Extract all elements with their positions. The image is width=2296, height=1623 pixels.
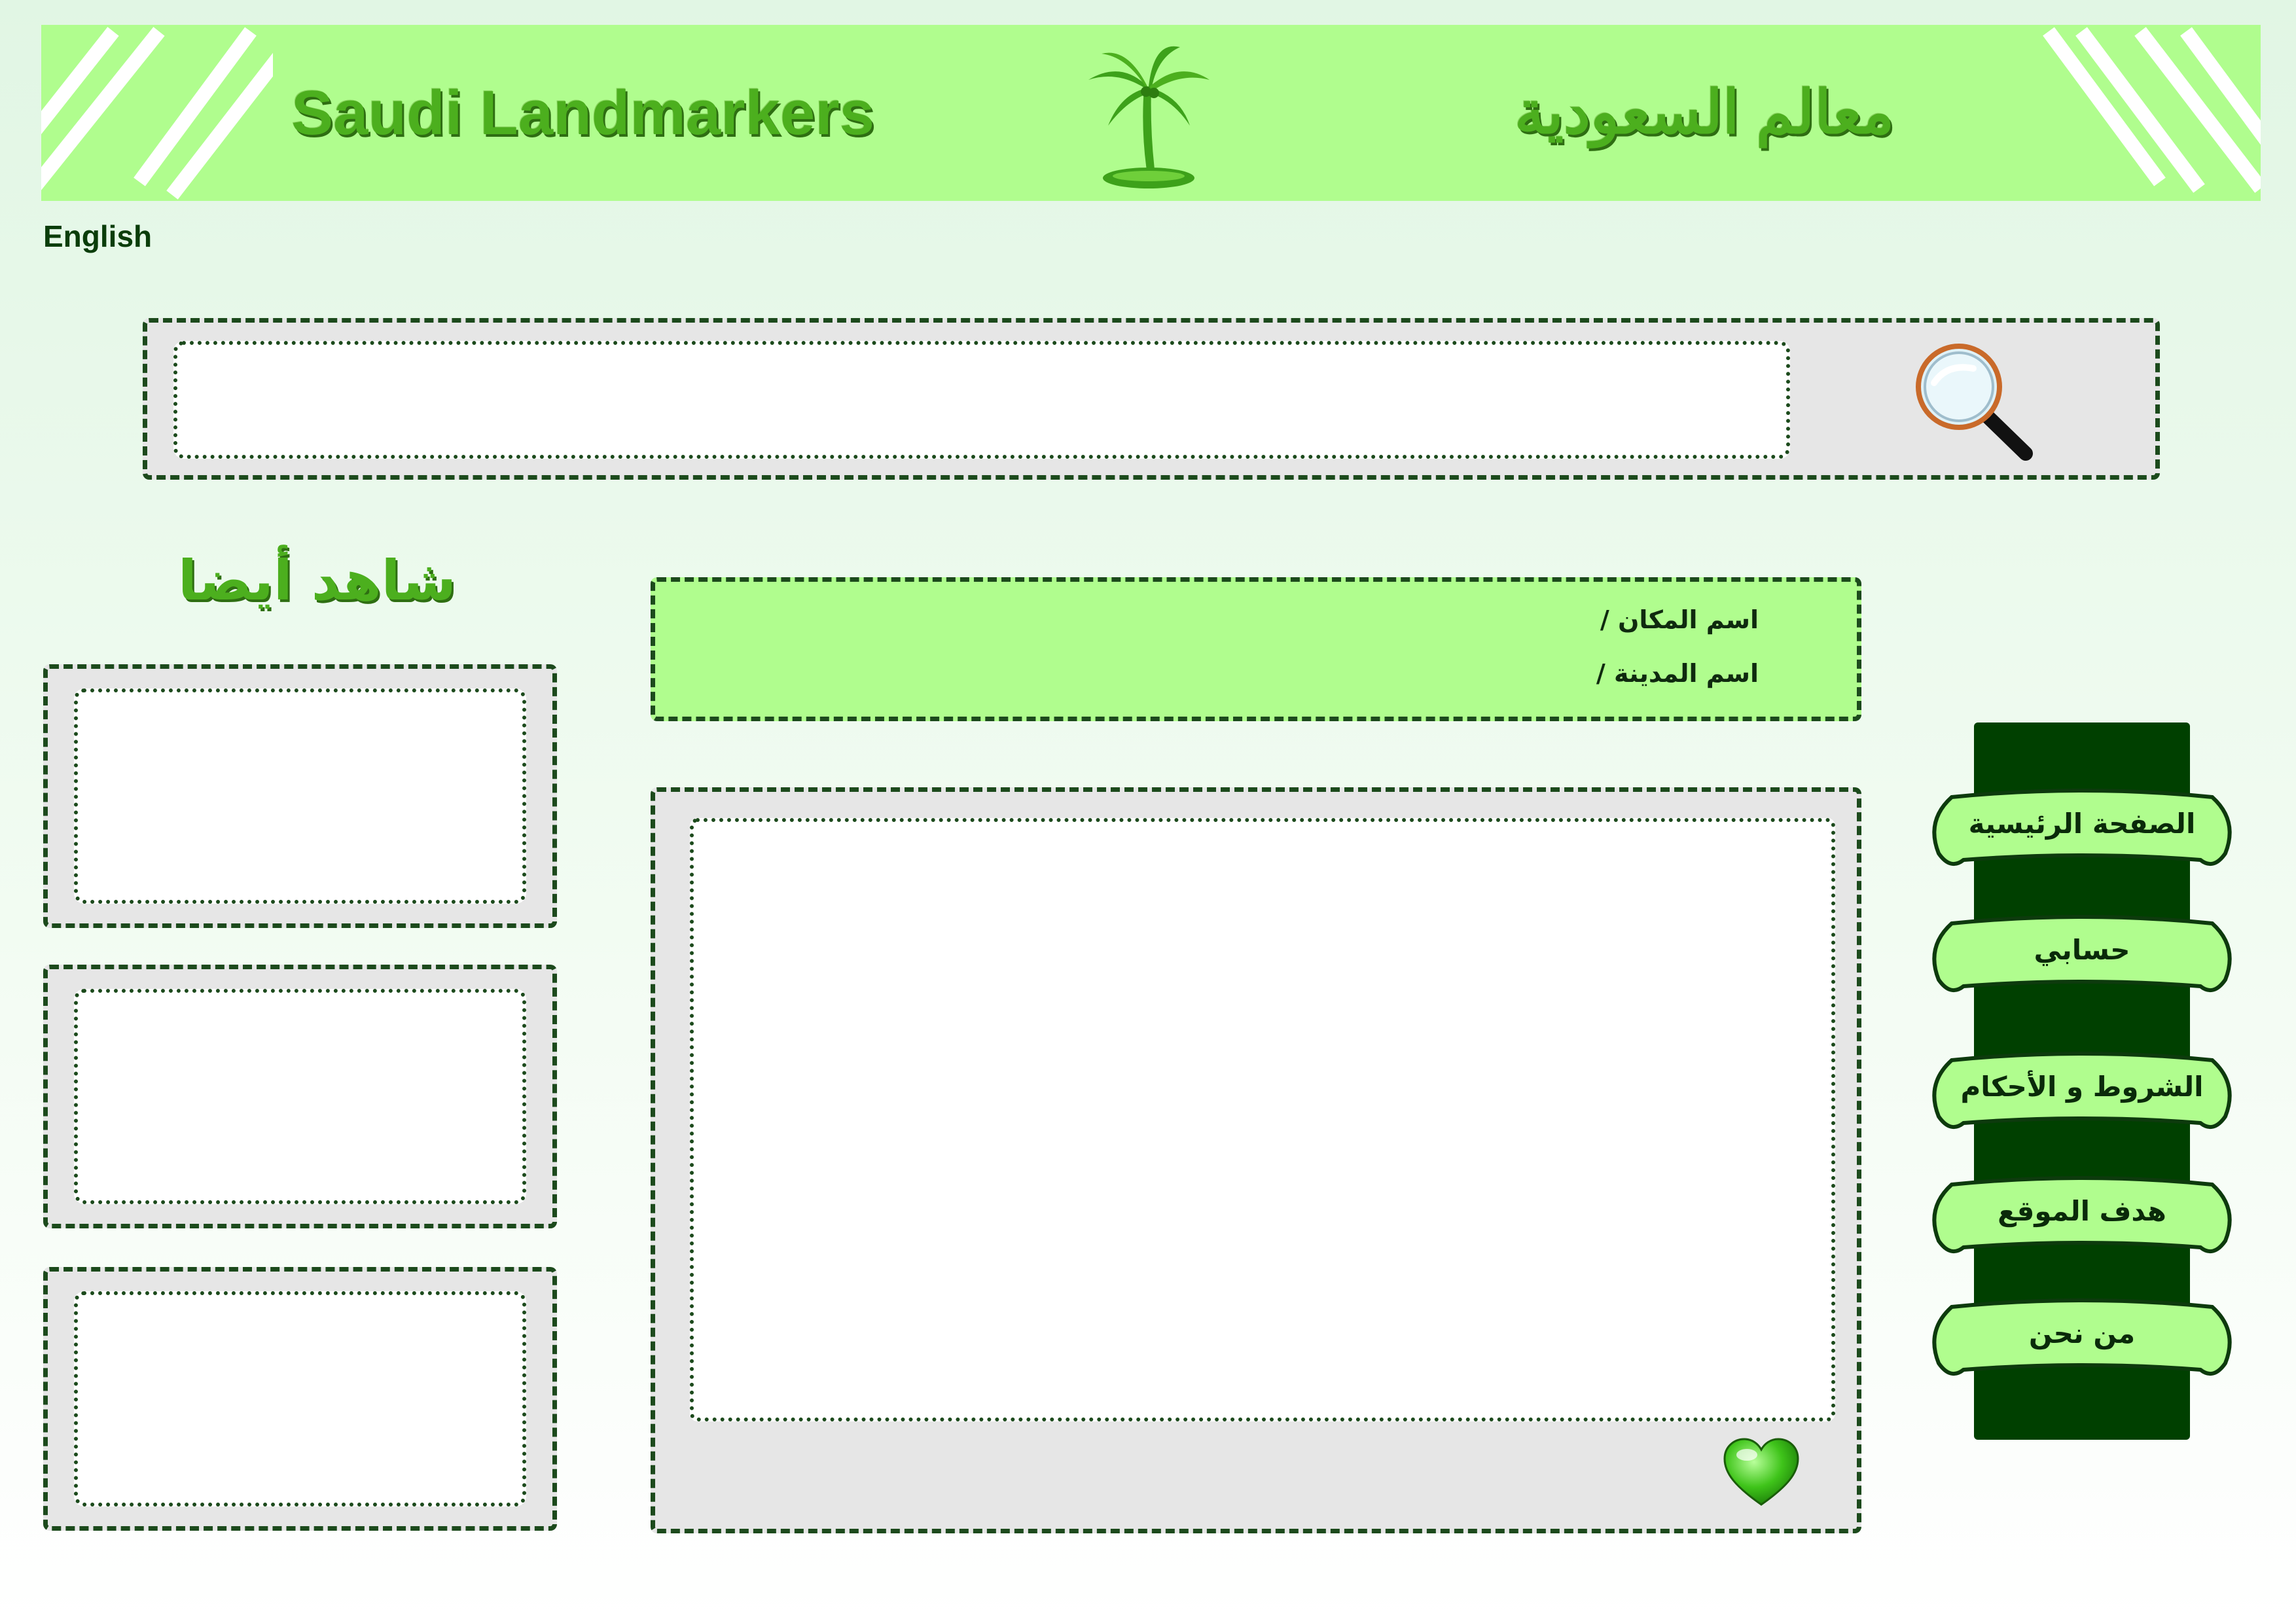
magnifier-icon[interactable] (1908, 337, 2039, 468)
nav-item-label: من نحن (2028, 1317, 2136, 1349)
nav-item-home[interactable]: الصفحة الرئيسية (1926, 788, 2238, 874)
site-title-arabic: معالم السعودية (1515, 79, 1894, 146)
main-content-panel (651, 787, 1861, 1533)
nav-item-terms[interactable]: الشروط و الأحكام (1926, 1051, 2238, 1137)
see-also-card-content[interactable] (74, 989, 526, 1204)
nav-item-label: الشروط و الأحكام (1960, 1071, 2204, 1103)
main-content-area (690, 818, 1835, 1421)
see-also-card-2 (43, 965, 557, 1228)
city-name-label: اسم المدينة / (1596, 659, 1759, 688)
nav-item-label: الصفحة الرئيسية (1968, 808, 2196, 840)
palm-tree-icon (1088, 46, 1210, 188)
header-stripes-right (2043, 27, 2261, 193)
see-also-card-3 (43, 1267, 557, 1531)
nav-item-my-account[interactable]: حسابي (1926, 914, 2238, 1001)
nav-item-site-goal[interactable]: هدف الموقع (1926, 1175, 2238, 1262)
see-also-card-content[interactable] (74, 1291, 526, 1507)
search-bar (143, 318, 2160, 480)
header-stripes-left (41, 27, 273, 200)
search-input[interactable] (173, 341, 1790, 459)
language-switch-link[interactable]: English (43, 219, 152, 254)
header-banner: Saudi Landmarkers معالم السعودية (41, 25, 2261, 201)
heart-icon[interactable] (1722, 1436, 1801, 1508)
nav-item-label: هدف الموقع (1998, 1195, 2166, 1227)
see-also-card-content[interactable] (74, 688, 526, 904)
place-info-panel: اسم المكان / اسم المدينة / (651, 577, 1861, 721)
see-also-card-1 (43, 664, 557, 928)
nav-item-about-us[interactable]: من نحن (1926, 1298, 2238, 1384)
site-title-english: Saudi Landmarkers (291, 78, 874, 148)
place-name-label: اسم المكان / (1600, 605, 1759, 634)
nav-item-label: حسابي (2034, 934, 2130, 966)
see-also-title: شاهد أيضا (178, 548, 456, 613)
